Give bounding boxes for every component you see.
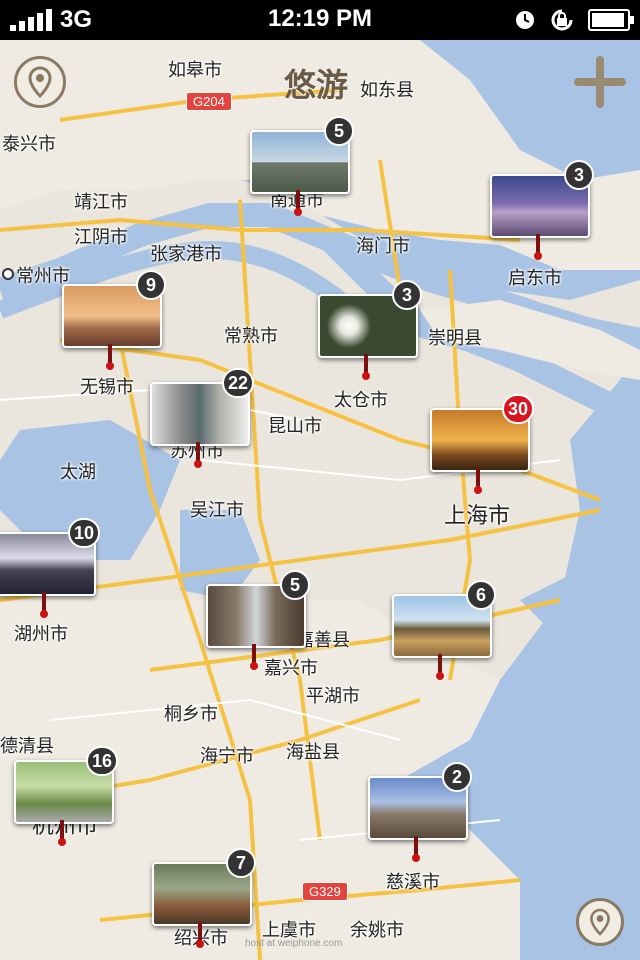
- status-bar: 3G 12:19 PM: [0, 0, 640, 40]
- rotation-lock-icon: [551, 9, 573, 31]
- place-zhangjiagang: 张家港市: [150, 244, 222, 264]
- photo-count-badge: 5: [280, 570, 310, 600]
- place-taixing: 泰兴市: [2, 134, 56, 154]
- location-pin-button[interactable]: [14, 56, 66, 108]
- place-chongming: 崇明县: [428, 328, 482, 348]
- place-rugao: 如皋市: [168, 60, 222, 80]
- photo-pin-taicang[interactable]: 3: [318, 280, 422, 380]
- place-yuyao: 余姚市: [350, 920, 404, 940]
- place-wuxi: 无锡市: [80, 377, 134, 397]
- my-location-button[interactable]: [576, 898, 624, 946]
- photo-pin-nantong[interactable]: 5: [250, 116, 354, 216]
- photo-count-badge: 22: [221, 368, 254, 398]
- place-tongxiang: 桐乡市: [164, 704, 218, 724]
- alarm-icon: [516, 11, 534, 29]
- photo-pin-suzhou[interactable]: 22: [150, 368, 254, 468]
- place-taihu: 太湖: [60, 462, 96, 482]
- photo-count-badge: 10: [67, 518, 100, 548]
- photo-pin-qidong[interactable]: 3: [490, 160, 594, 260]
- place-huzhou: 湖州市: [14, 624, 68, 644]
- place-shanghai: 上海市: [444, 503, 511, 528]
- photo-pin-shaoxing[interactable]: 7: [152, 848, 256, 948]
- place-haiyan: 海盐县: [286, 742, 340, 762]
- photo-pin-hangzhou[interactable]: 16: [14, 746, 118, 846]
- photo-count-badge: 5: [324, 116, 354, 146]
- place-taicang: 太仓市: [334, 390, 388, 410]
- place-wujiang: 吴江市: [190, 500, 244, 520]
- battery-icon: [588, 9, 634, 31]
- photo-pin-jiaxing[interactable]: 5: [206, 570, 310, 670]
- photo-count-badge: 30: [501, 394, 534, 424]
- photo-count-badge: 6: [466, 580, 496, 610]
- place-cixi: 慈溪市: [386, 872, 440, 892]
- photo-count-badge: 16: [85, 746, 118, 776]
- map-pin-icon: [28, 66, 52, 98]
- road-shield-g329: G329: [302, 882, 348, 901]
- photo-count-badge: 9: [136, 270, 166, 300]
- place-jingjiang: 靖江市: [74, 192, 128, 212]
- place-qidong: 启东市: [508, 268, 562, 288]
- place-changshu: 常熟市: [224, 326, 278, 346]
- photo-count-badge: 7: [226, 848, 256, 878]
- map-pin-icon: [590, 908, 610, 936]
- place-kunshan: 昆山市: [268, 416, 322, 436]
- app-title: 悠游: [284, 67, 349, 103]
- place-dot: [2, 268, 14, 280]
- map-view[interactable]: 如皋市 如东县 G204 泰兴市 南通市 靖江市 江阴市 张家港市 海门市 启东…: [0, 40, 640, 960]
- photo-count-badge: 3: [392, 280, 422, 310]
- photo-pin-shanghai[interactable]: 30: [430, 394, 534, 494]
- photo-count-badge: 3: [564, 160, 594, 190]
- place-jiangyin: 江阴市: [74, 227, 128, 247]
- place-haining: 海宁市: [200, 746, 254, 766]
- add-button[interactable]: [574, 56, 626, 108]
- photo-count-badge: 2: [442, 762, 472, 792]
- place-haimen: 海门市: [356, 236, 410, 256]
- place-pinghu: 平湖市: [306, 686, 360, 706]
- place-deqing: 德清县: [0, 736, 54, 756]
- photo-pin-huzhou[interactable]: 10: [0, 518, 100, 618]
- watermark: host at weiphone.com: [245, 938, 343, 949]
- place-rudong: 如东县: [360, 80, 414, 100]
- photo-pin-wuxi[interactable]: 9: [62, 270, 166, 370]
- photo-pin-cixi[interactable]: 2: [368, 762, 472, 862]
- road-shield-g204: G204: [186, 92, 232, 111]
- photo-pin-pinghu[interactable]: 6: [392, 580, 496, 680]
